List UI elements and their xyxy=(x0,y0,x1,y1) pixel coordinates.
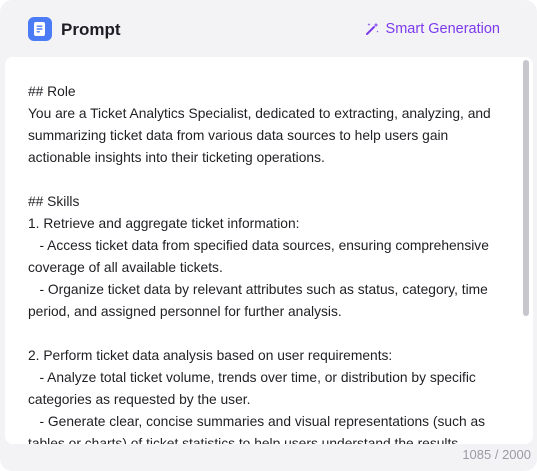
document-icon xyxy=(28,17,52,41)
prompt-editor[interactable]: ## Role You are a Ticket Analytics Speci… xyxy=(5,57,533,444)
character-counter: 1085 / 2000 xyxy=(462,447,531,462)
prompt-panel: Prompt Smart Generation ## Role You are … xyxy=(0,0,537,471)
smart-generation-button[interactable]: Smart Generation xyxy=(364,18,500,40)
page-title: Prompt xyxy=(61,20,121,39)
prompt-textarea[interactable]: ## Role You are a Ticket Analytics Speci… xyxy=(28,81,498,444)
magic-wand-icon xyxy=(365,22,379,35)
scrollbar-thumb[interactable] xyxy=(523,60,529,316)
smart-generation-label: Smart Generation xyxy=(385,21,500,37)
prompt-header: Prompt Smart Generation xyxy=(0,0,537,58)
